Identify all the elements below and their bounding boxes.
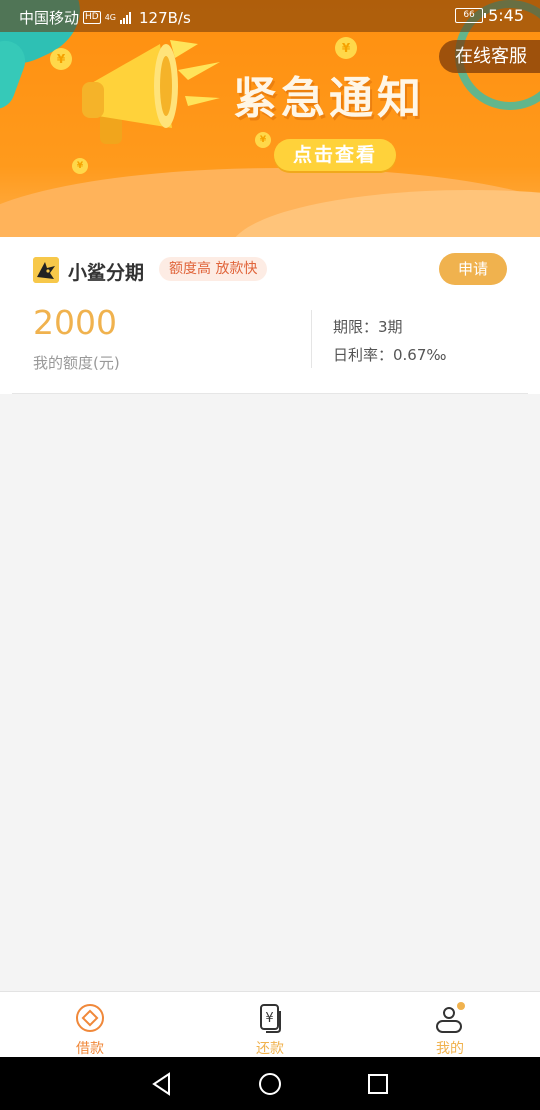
coin-icon: ¥ [335, 37, 357, 59]
view-notice-button[interactable]: 点击查看 [274, 139, 396, 171]
product-card[interactable]: 小鲨分期 额度高 放款快 申请 2000 我的额度(元) 期限：3期 日利率：0… [0, 237, 540, 394]
system-nav-bar [0, 1057, 540, 1110]
coin-icon: ¥ [50, 48, 72, 70]
apply-button[interactable]: 申请 [439, 253, 507, 285]
online-service-button[interactable]: 在线客服 [439, 40, 540, 73]
signal-icon [120, 11, 132, 24]
daily-rate: 日利率：0.67‰ [333, 346, 447, 364]
bottom-tab-bar: 借款 ¥ 还款 我的 [0, 991, 540, 1057]
product-tag: 额度高 放款快 [159, 257, 268, 281]
divider [12, 393, 528, 394]
tab-label: 还款 [256, 1041, 284, 1057]
clock: 5:45 [488, 6, 524, 25]
network-speed: 127B/s [139, 8, 191, 27]
battery-icon: 66 [455, 8, 487, 23]
tab-repay[interactable]: ¥ 还款 [180, 992, 360, 1058]
tab-profile[interactable]: 我的 [360, 992, 540, 1058]
back-icon[interactable] [150, 1071, 176, 1097]
borrow-icon [76, 1004, 104, 1032]
coin-icon: ¥ [255, 132, 271, 148]
network-type: 4G [104, 12, 117, 22]
hd-badge: HD [83, 11, 101, 24]
profile-icon [436, 1002, 465, 1033]
carrier-label: 中国移动 [19, 9, 80, 27]
tab-label: 我的 [436, 1041, 464, 1057]
coin-icon: ¥ [72, 158, 88, 174]
repay-icon: ¥ [260, 1004, 281, 1033]
recents-icon[interactable] [365, 1071, 391, 1097]
shark-logo-icon [33, 257, 59, 283]
tab-borrow[interactable]: 借款 [0, 992, 180, 1058]
divider [311, 310, 312, 368]
svg-text:¥: ¥ [265, 1011, 273, 1026]
tab-label: 借款 [76, 1041, 104, 1057]
credit-amount: 2000 [33, 303, 117, 342]
loan-term: 期限：3期 [333, 318, 403, 336]
product-name: 小鲨分期 [68, 262, 145, 284]
home-icon[interactable] [257, 1071, 283, 1097]
notice-banner[interactable]: ¥ ¥ ¥ ¥ 紧急通知 点击查看 在线客服 [0, 0, 540, 237]
megaphone-icon [82, 40, 220, 144]
status-bar: 中国移动 HD 4G 127B/s 66 5:45 [0, 0, 540, 32]
notice-title: 紧急通知 [233, 73, 425, 124]
credit-amount-label: 我的额度(元) [33, 354, 120, 372]
